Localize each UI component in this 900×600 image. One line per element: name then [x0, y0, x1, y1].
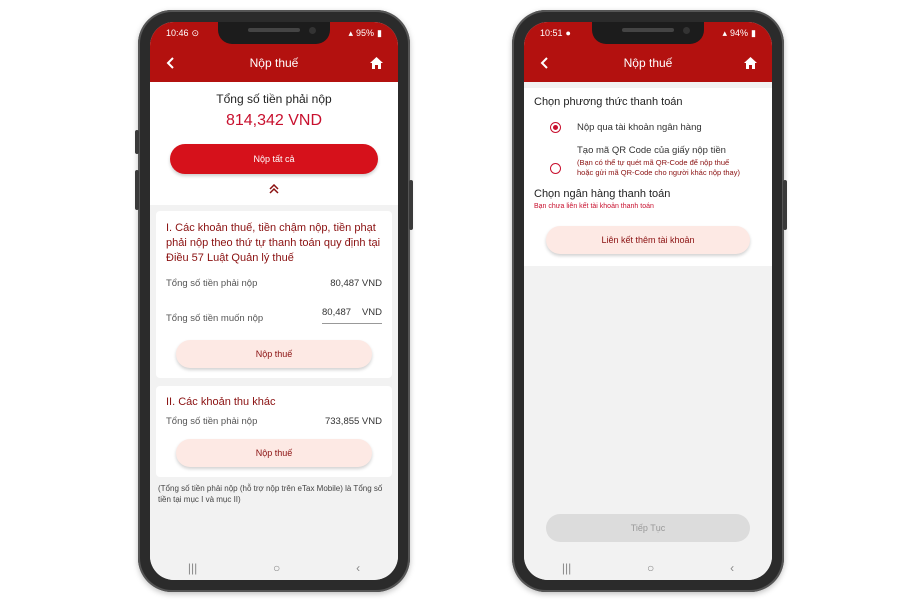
home-nav-icon[interactable]: ○	[647, 561, 654, 575]
radio-checked-icon[interactable]	[550, 122, 561, 133]
continue-button[interactable]: Tiếp Tục	[546, 514, 750, 542]
want-value: 80,487	[322, 307, 352, 318]
signal-icon: ▴	[348, 27, 354, 38]
option-label: Nộp qua tài khoản ngân hàng	[577, 122, 702, 133]
home-nav-icon[interactable]: ○	[273, 561, 280, 575]
method-option-bank[interactable]: Nộp qua tài khoản ngân hàng	[550, 122, 762, 133]
double-chevron-up-icon[interactable]	[170, 183, 378, 197]
battery-level: 94%	[730, 28, 749, 38]
bottom-action: Tiếp Tục	[546, 514, 750, 542]
option-note: (Bạn có thể tự quét mã QR-Code để nộp th…	[577, 158, 740, 177]
system-nav-bar: ||| ○ ‹	[150, 556, 398, 580]
radio-unchecked-icon[interactable]	[550, 163, 561, 174]
power-button	[783, 180, 787, 230]
want-label: Tổng số tiền muốn nộp	[166, 313, 264, 324]
link-account-button[interactable]: Liên kết thêm tài khoản	[546, 226, 750, 254]
section-2-title: II. Các khoản thu khác	[166, 396, 276, 408]
notification-icon: ⊙	[191, 27, 200, 38]
message-icon: ●	[565, 28, 571, 38]
section-1-title: I. Các khoản thuế, tiền chậm nộp, tiền p…	[166, 222, 381, 264]
app-header: Nộp thuế	[150, 44, 398, 82]
summary-card: Tổng số tiền phải nộp 814,342 VND Nộp tấ…	[150, 82, 398, 205]
bank-subtitle: Bạn chưa liên kết tài khoản thanh toán	[534, 203, 654, 210]
chevron-left-icon[interactable]	[536, 54, 554, 72]
left-phone: 10:46 ⊙ ▴ 95% ▮ Nộp thuế Tổng số tiền phải …	[135, 10, 413, 592]
system-nav-bar: ||| ○ ‹	[524, 556, 772, 580]
section-2-card: II. Các khoản thu khác Tổng số tiền phải…	[156, 386, 392, 477]
main-content: Chọn phương thức thanh toán Nộp qua tài …	[524, 82, 772, 556]
method-option-qr[interactable]: Tạo mã QR Code của giấy nộp tiền (Bạn có…	[550, 145, 762, 178]
section-2-pay-button[interactable]: Nộp thuế	[176, 439, 372, 467]
recent-apps-icon[interactable]: |||	[188, 561, 197, 575]
want-amount-input[interactable]: 80,487 VND	[322, 307, 382, 324]
summary-amount: 814,342 VND	[225, 112, 323, 129]
due-label: Tổng số tiền phải nộp	[166, 416, 258, 427]
due-value: 733,855 VND	[324, 416, 382, 427]
back-nav-icon[interactable]: ‹	[356, 561, 360, 575]
battery-icon: ▮	[751, 27, 756, 38]
home-icon[interactable]	[368, 54, 386, 72]
chevron-left-icon[interactable]	[162, 54, 180, 72]
option-label: Tạo mã QR Code của giấy nộp tiền	[577, 145, 726, 156]
due-label: Tổng số tiền phải nộp	[166, 278, 258, 289]
payment-card: Chọn phương thức thanh toán Nộp qua tài …	[524, 88, 772, 266]
recent-apps-icon[interactable]: |||	[562, 561, 571, 575]
volume-button	[135, 170, 139, 210]
volume-button	[135, 130, 139, 154]
section-1-due-row: Tổng số tiền phải nộp 80,487 VND	[166, 278, 382, 289]
page-title: Nộp thuế	[623, 56, 673, 70]
signal-icon: ▴	[722, 27, 728, 38]
right-screen: 10:51 ● ▴ 94% ▮ Nộp thuế Chọn phương thức t…	[524, 22, 772, 580]
section-1-pay-button[interactable]: Nộp thuế	[176, 340, 372, 368]
want-unit: VND	[361, 307, 382, 318]
power-button	[409, 180, 413, 230]
section-1-want-row: Tổng số tiền muốn nộp 80,487 VND	[166, 307, 382, 324]
battery-level: 95%	[356, 28, 375, 38]
status-time: 10:51	[540, 28, 563, 38]
method-title: Chọn phương thức thanh toán	[534, 96, 683, 108]
page-title: Nộp thuế	[249, 56, 299, 70]
section-1-card: I. Các khoản thuế, tiền chậm nộp, tiền p…	[156, 211, 392, 378]
notch	[592, 22, 704, 44]
footnote: (Tổng số tiền phải nộp (hỗ trợ nộp trên …	[158, 484, 383, 504]
left-screen: 10:46 ⊙ ▴ 95% ▮ Nộp thuế Tổng số tiền phải …	[150, 22, 398, 580]
status-time: 10:46	[166, 28, 189, 38]
pay-all-button[interactable]: Nộp tất cả	[170, 144, 378, 174]
battery-icon: ▮	[377, 27, 382, 38]
summary-label: Tổng số tiền phải nộp	[216, 92, 332, 106]
section-2-due-row: Tổng số tiền phải nộp 733,855 VND	[166, 416, 382, 427]
main-content: Tổng số tiền phải nộp 814,342 VND Nộp tấ…	[150, 82, 398, 556]
right-phone: 10:51 ● ▴ 94% ▮ Nộp thuế Chọn phương thức t…	[512, 10, 787, 592]
back-nav-icon[interactable]: ‹	[730, 561, 734, 575]
notch	[218, 22, 330, 44]
home-icon[interactable]	[742, 54, 760, 72]
bank-title: Chọn ngân hàng thanh toán	[534, 188, 671, 200]
app-header: Nộp thuế	[524, 44, 772, 82]
due-value: 80,487 VND	[330, 278, 382, 289]
